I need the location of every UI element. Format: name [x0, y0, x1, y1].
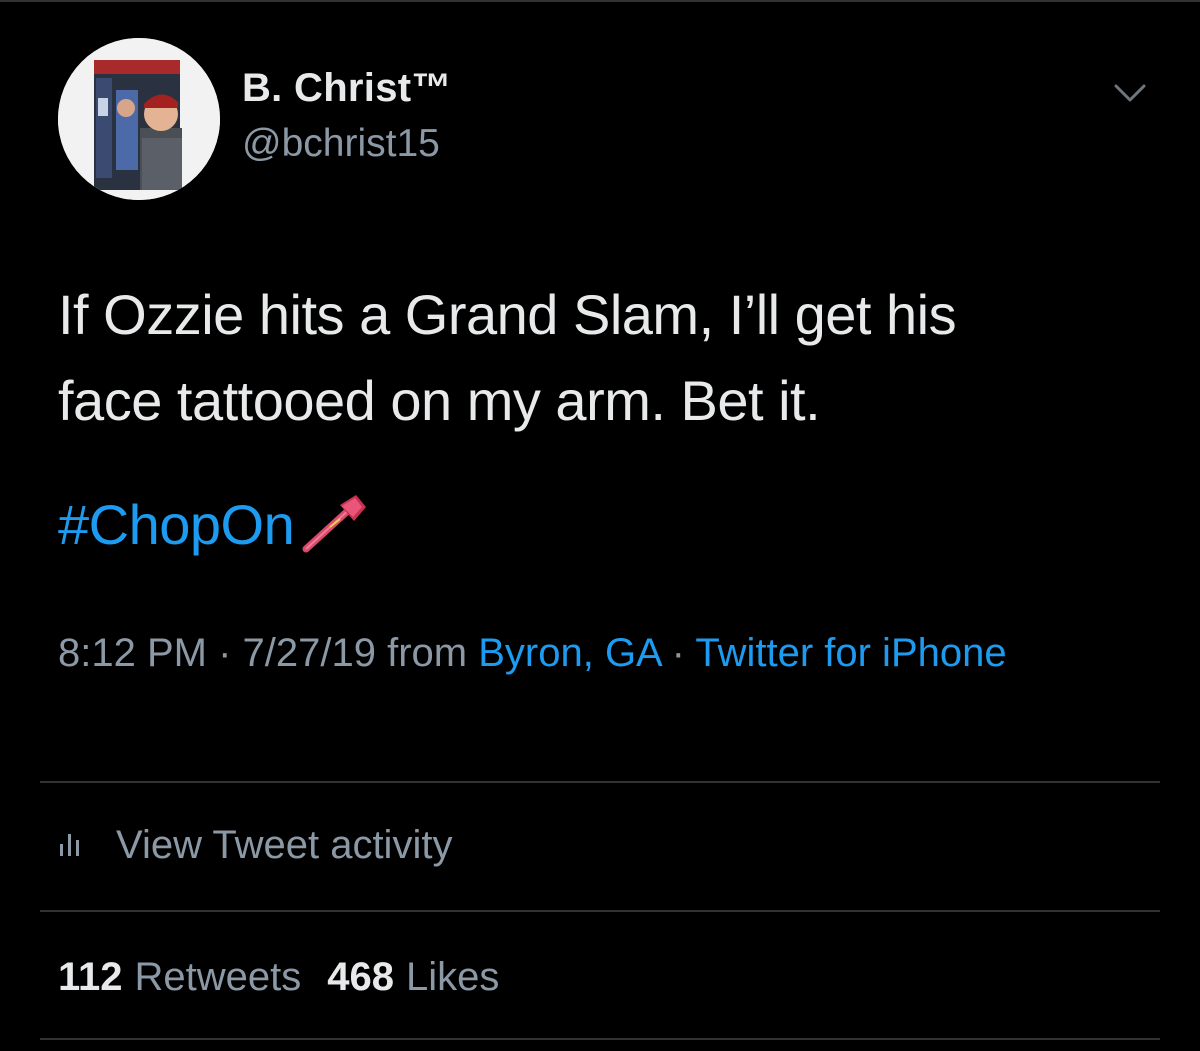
likes-stat[interactable]: 468 Likes [327, 955, 499, 1000]
tweet-date: 7/27/19 [242, 631, 376, 675]
tweet-meta: 8:12 PM · 7/27/19 from Byron, GA · Twitt… [58, 622, 1058, 684]
bar-chart-icon [58, 828, 84, 863]
avatar[interactable] [58, 38, 220, 200]
likes-label: Likes [406, 954, 500, 999]
engagement-stats: 112 Retweets 468 Likes [58, 944, 499, 1010]
meta-separator: · [660, 631, 696, 675]
activity-label: View Tweet activity [116, 822, 453, 867]
user-handle[interactable]: @bchrist15 [242, 122, 440, 166]
top-divider [0, 0, 1200, 2]
retweets-count: 112 [58, 954, 123, 999]
retweets-label: Retweets [134, 954, 302, 999]
meta-separator: · [206, 631, 243, 675]
source-link[interactable]: Twitter for iPhone [695, 631, 1006, 675]
likes-count: 468 [327, 954, 395, 999]
hashtag-row: #ChopOn [58, 484, 370, 564]
profile-photo [58, 38, 220, 200]
divider [40, 910, 1160, 912]
divider [40, 781, 1160, 783]
retweets-stat[interactable]: 112 Retweets [58, 955, 301, 1000]
meta-from: from [375, 631, 479, 675]
tomahawk-hashflag-icon [300, 493, 370, 560]
display-name[interactable]: B. Christ™ [242, 66, 452, 111]
location-link[interactable]: Byron, GA [478, 631, 660, 675]
view-tweet-activity-button[interactable]: View Tweet activity [58, 812, 452, 878]
tweet-time: 8:12 PM [58, 631, 207, 675]
divider [40, 1038, 1160, 1040]
hashtag-link[interactable]: #ChopOn [58, 492, 295, 557]
chevron-down-icon[interactable] [1110, 78, 1150, 108]
tweet-text: If Ozzie hits a Grand Slam, I’ll get his… [58, 283, 957, 432]
